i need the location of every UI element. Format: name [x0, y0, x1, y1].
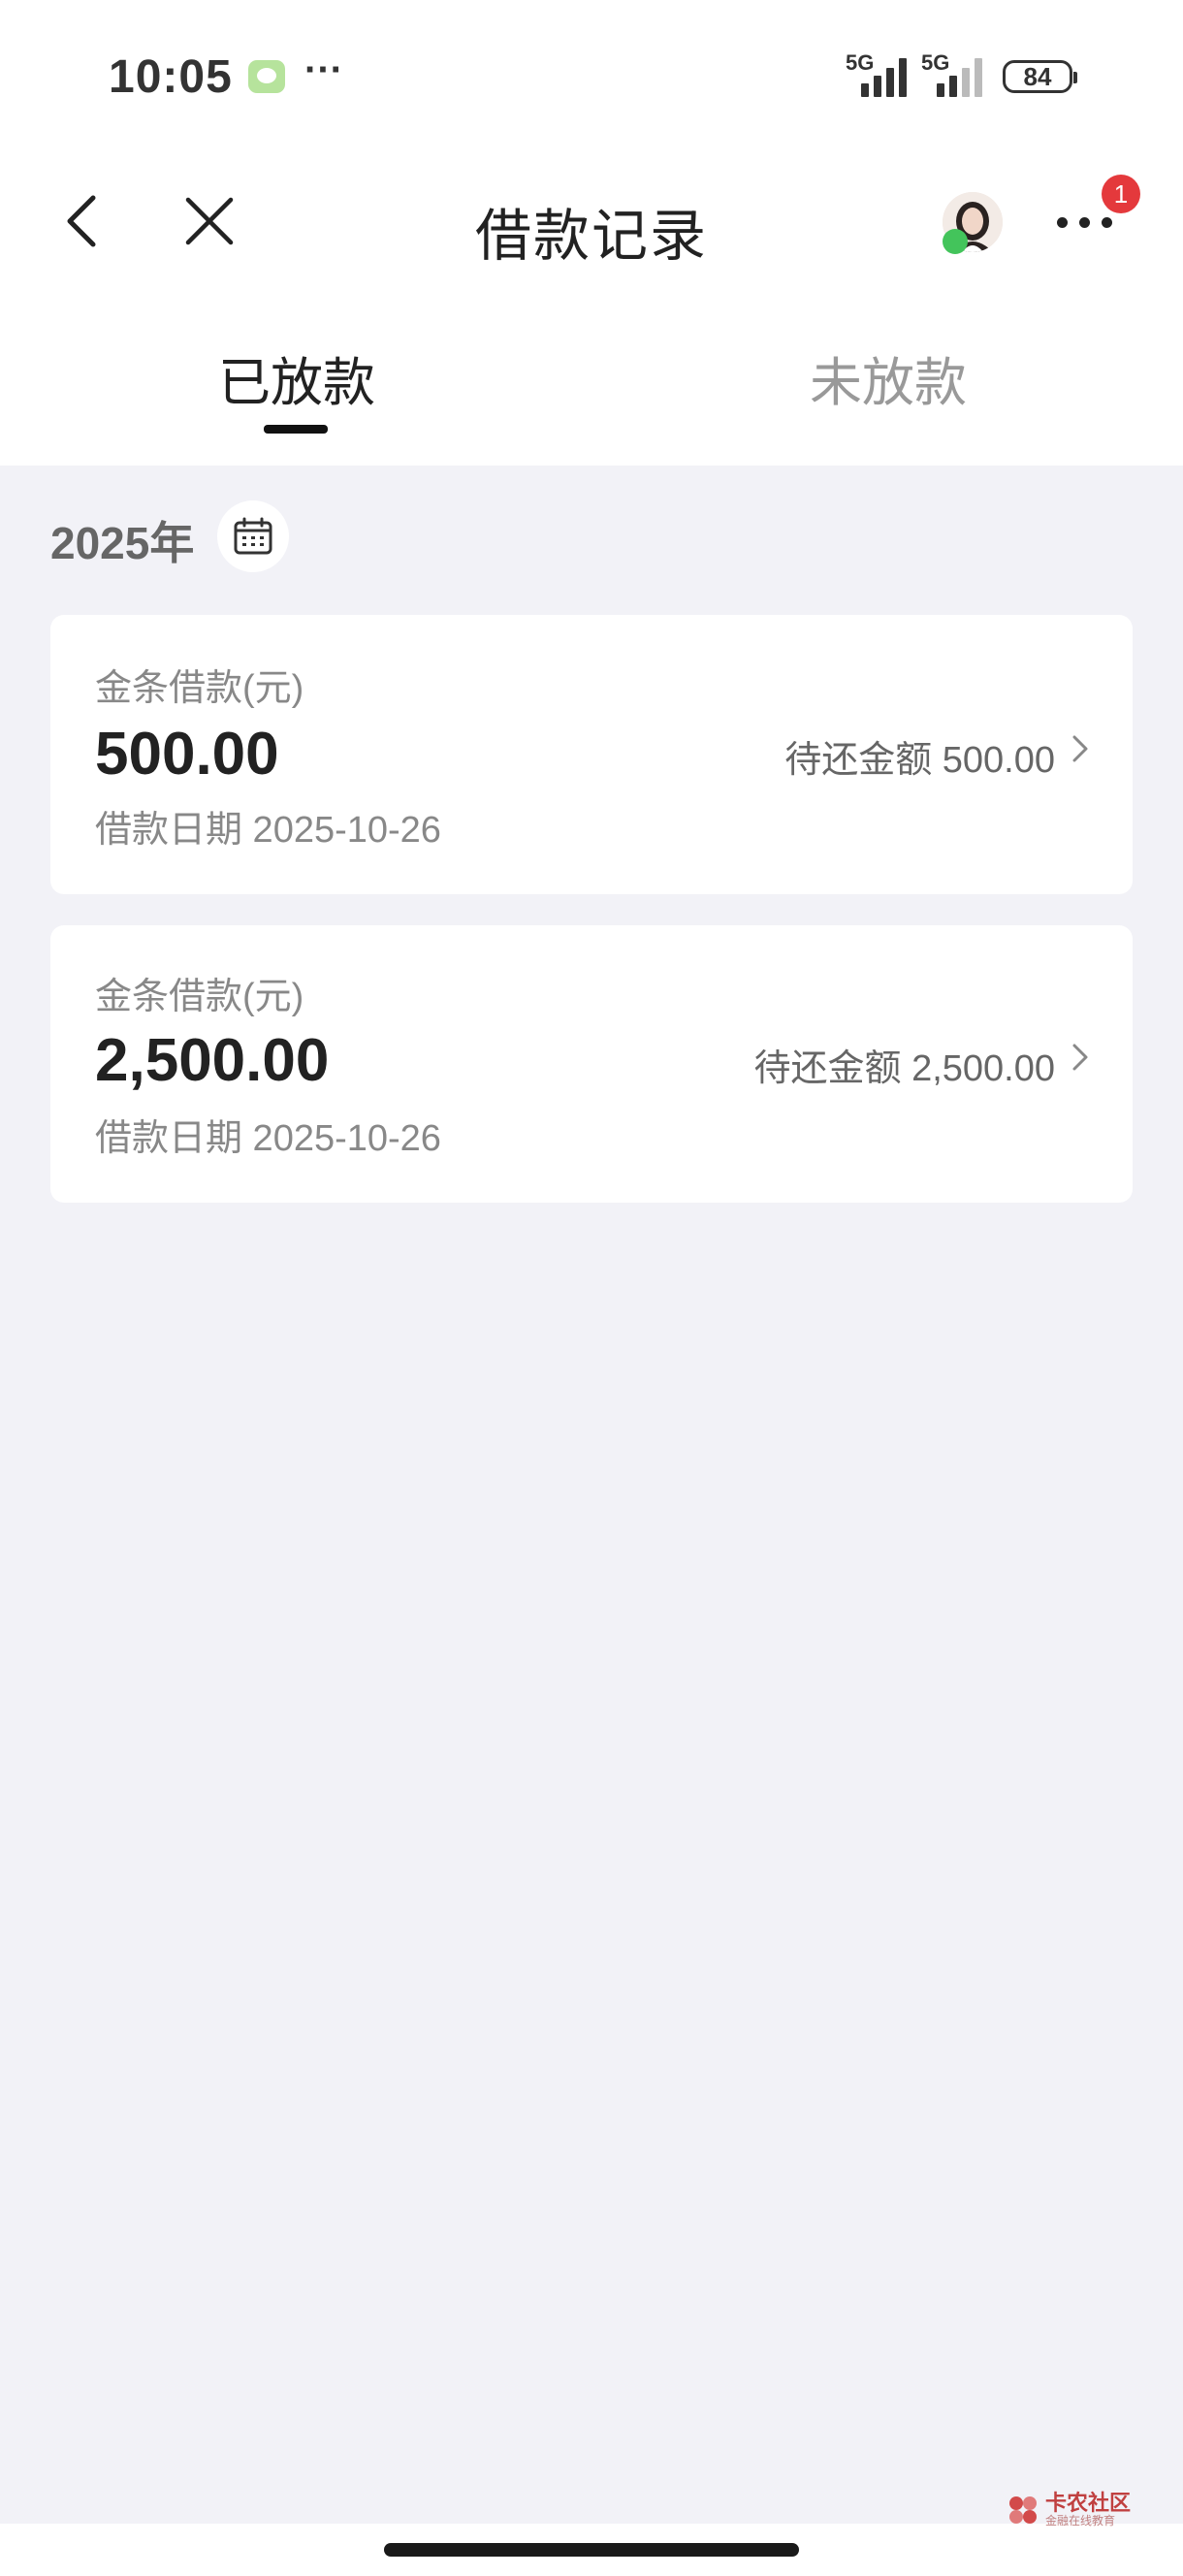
loan-amount: 2,500.00 — [95, 1027, 330, 1094]
loan-type-label: 金条借款(元) — [95, 668, 304, 709]
battery-level: 84 — [1023, 61, 1052, 91]
signal-bar — [899, 58, 907, 97]
message-notification-icon — [248, 60, 285, 93]
wechat-badge-icon — [943, 229, 968, 254]
loan-amount: 500.00 — [95, 721, 279, 788]
cellular-signal-icon: 5G — [921, 50, 995, 97]
signal-label: 5G — [846, 50, 875, 75]
loan-type-label: 金条借款(元) — [95, 977, 304, 1017]
signal-bar — [949, 76, 957, 97]
more-options-button[interactable] — [1051, 208, 1119, 237]
calendar-button[interactable] — [217, 500, 289, 572]
remaining-amount: 待还金额 500.00 — [784, 740, 1055, 781]
status-bar: 10:05 ··· 5G 5G 84 — [0, 0, 1183, 155]
signal-bar — [874, 76, 881, 97]
signal-bar — [975, 58, 982, 97]
dot — [1102, 217, 1112, 228]
watermark-title: 卡农社区 — [1045, 2491, 1132, 2515]
active-tab-indicator — [264, 425, 328, 434]
chevron-right-icon — [1072, 735, 1088, 762]
signal-bar — [861, 83, 869, 97]
signal-bar — [886, 68, 894, 97]
kanong-logo-icon — [1009, 2496, 1037, 2525]
notification-badge: 1 — [1102, 175, 1140, 213]
remaining-amount: 待还金额 2,500.00 — [753, 1048, 1055, 1089]
status-more-indicator: ··· — [304, 48, 343, 91]
dot — [1079, 217, 1090, 228]
battery-icon: 84 — [1003, 60, 1077, 93]
year-label: 2025年 — [50, 518, 195, 568]
dot — [1057, 217, 1068, 228]
loan-card[interactable]: 金条借款(元) 2,500.00 借款日期 2025-10-26 待还金额 2,… — [50, 925, 1133, 1203]
signal-bar — [962, 68, 970, 97]
watermark: 卡农社区 金融在线教育 — [1007, 2493, 1131, 2528]
loan-date: 借款日期 2025-10-26 — [95, 1118, 441, 1159]
cellular-signal-icon: 5G — [846, 50, 919, 97]
chevron-right-icon — [1072, 1044, 1088, 1071]
page-title: 借款记录 — [474, 205, 708, 268]
signal-bar — [937, 83, 944, 97]
tab-disbursed[interactable]: 已放款 — [142, 339, 452, 416]
home-indicator[interactable] — [384, 2543, 799, 2557]
loan-date: 借款日期 2025-10-26 — [95, 810, 441, 851]
signal-label: 5G — [921, 50, 950, 75]
watermark-subtitle: 金融在线教育 — [1045, 2514, 1116, 2528]
calendar-icon — [234, 517, 272, 555]
loan-card[interactable]: 金条借款(元) 500.00 借款日期 2025-10-26 待还金额 500.… — [50, 615, 1133, 894]
tab-not-disbursed[interactable]: 未放款 — [733, 339, 1043, 416]
status-time: 10:05 — [109, 51, 233, 103]
